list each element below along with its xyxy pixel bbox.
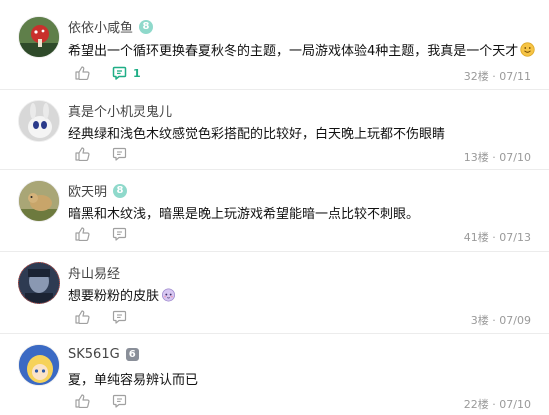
comment-text: 希望出一个循环更换春夏秋冬的主题，一局游戏体验4种主题，我真是一个天才 [68,40,535,59]
comment-date: 07/10 [499,151,531,164]
smile-emoji [520,42,535,57]
username-text[interactable]: SK561G [68,347,120,362]
comment-bubble-icon [112,66,127,80]
comment-text: 暗黑和木纹浅，暗黑是晚上玩游戏希望能暗一点比较不刺眼。 [68,203,419,222]
comment-text: 想要粉粉的皮肤 [68,285,176,304]
reply-count: 1 [133,66,141,80]
level-badge: 8 [113,183,128,198]
comment-actions [75,394,149,408]
reply-button[interactable]: 1 [112,66,141,80]
avatar[interactable] [18,344,60,386]
meta-separator: · [492,314,496,327]
comment-meta: 32楼 · 07/11 [464,68,531,84]
meta-separator: · [492,398,496,411]
comment-meta: 22楼 · 07/10 [464,396,531,412]
thumbs-up-icon [75,147,90,161]
like-button[interactable] [75,310,90,324]
comment-text-body: 暗黑和木纹浅，暗黑是晚上玩游戏希望能暗一点比较不刺眼。 [68,207,420,222]
comment-date: 07/09 [499,314,531,327]
comment-bubble-icon [112,310,127,324]
floor-number: 41楼 [463,231,489,244]
comment-text: 经典绿和浅色木纹感觉色彩搭配的比较好，白天晚上玩都不伤眼睛 [68,123,445,142]
reply-button[interactable] [112,394,127,408]
floor-number: 13楼 [463,151,489,164]
meta-separator: · [492,231,496,244]
comment-text: 夏，单纯容易辨认而已 [68,369,198,388]
avatar[interactable] [18,180,60,222]
avatar[interactable] [18,262,60,304]
comment-text-body: 希望出一个循环更换春夏秋冬的主题，一局游戏体验4种主题，我真是一个天才 [68,44,519,59]
username-text[interactable]: 真是个小机灵鬼儿 [68,101,172,120]
comment-meta: 13楼 · 07/10 [464,149,531,165]
username[interactable]: SK561G 6 [68,347,139,362]
username[interactable]: 舟山易经 [68,263,120,282]
username-text[interactable]: 欧天明 [68,181,107,200]
comment-text-body: 经典绿和浅色木纹感觉色彩搭配的比较好，白天晚上玩都不伤眼睛 [68,127,446,142]
comment-meta: 41楼 · 07/13 [464,229,531,245]
comment-bubble-icon [112,227,127,241]
comment-list: 依依小咸鱼 8 希望出一个循环更换春夏秋冬的主题，一局游戏体验4种主题，我真是一… [0,0,549,415]
comment-date: 07/13 [499,231,531,244]
like-button[interactable] [75,147,90,161]
comment-bubble-icon [112,147,127,161]
like-button[interactable] [75,227,90,241]
comment-actions [75,227,149,241]
avatar[interactable] [18,100,60,142]
cute-face-emoji [162,288,175,302]
comment-bubble-icon [112,394,127,408]
meta-separator: · [492,151,496,164]
divider [0,251,549,252]
level-badge: 8 [139,19,154,34]
floor-number: 32楼 [463,70,489,83]
comment-date: 07/10 [499,398,531,411]
username-text[interactable]: 舟山易经 [68,263,120,282]
floor-number: 3楼 [470,314,489,327]
reply-button[interactable] [112,147,127,161]
like-button[interactable] [75,394,90,408]
thumbs-up-icon [75,310,90,324]
floor-number: 22楼 [463,398,489,411]
thumbs-up-icon [75,66,90,80]
thumbs-up-icon [75,227,90,241]
avatar[interactable] [18,16,60,58]
level-badge: 6 [125,348,139,361]
like-button[interactable] [75,66,90,80]
thumbs-up-icon [75,394,90,408]
divider [0,89,549,90]
username[interactable]: 依依小咸鱼 8 [68,17,154,36]
reply-button[interactable] [112,227,127,241]
comment-actions [75,147,149,161]
comment-date: 07/11 [499,70,531,83]
divider [0,169,549,170]
comment-actions: 1 [75,66,163,80]
comment-text-body: 想要粉粉的皮肤 [68,289,160,304]
reply-button[interactable] [112,310,127,324]
username[interactable]: 真是个小机灵鬼儿 [68,101,172,120]
username[interactable]: 欧天明 8 [68,181,128,200]
comment-meta: 3楼 · 07/09 [471,312,531,328]
username-text[interactable]: 依依小咸鱼 [68,17,133,36]
divider [0,333,549,334]
comment-actions [75,310,149,324]
meta-separator: · [492,70,496,83]
comment-text-body: 夏，单纯容易辨认而已 [68,373,199,388]
